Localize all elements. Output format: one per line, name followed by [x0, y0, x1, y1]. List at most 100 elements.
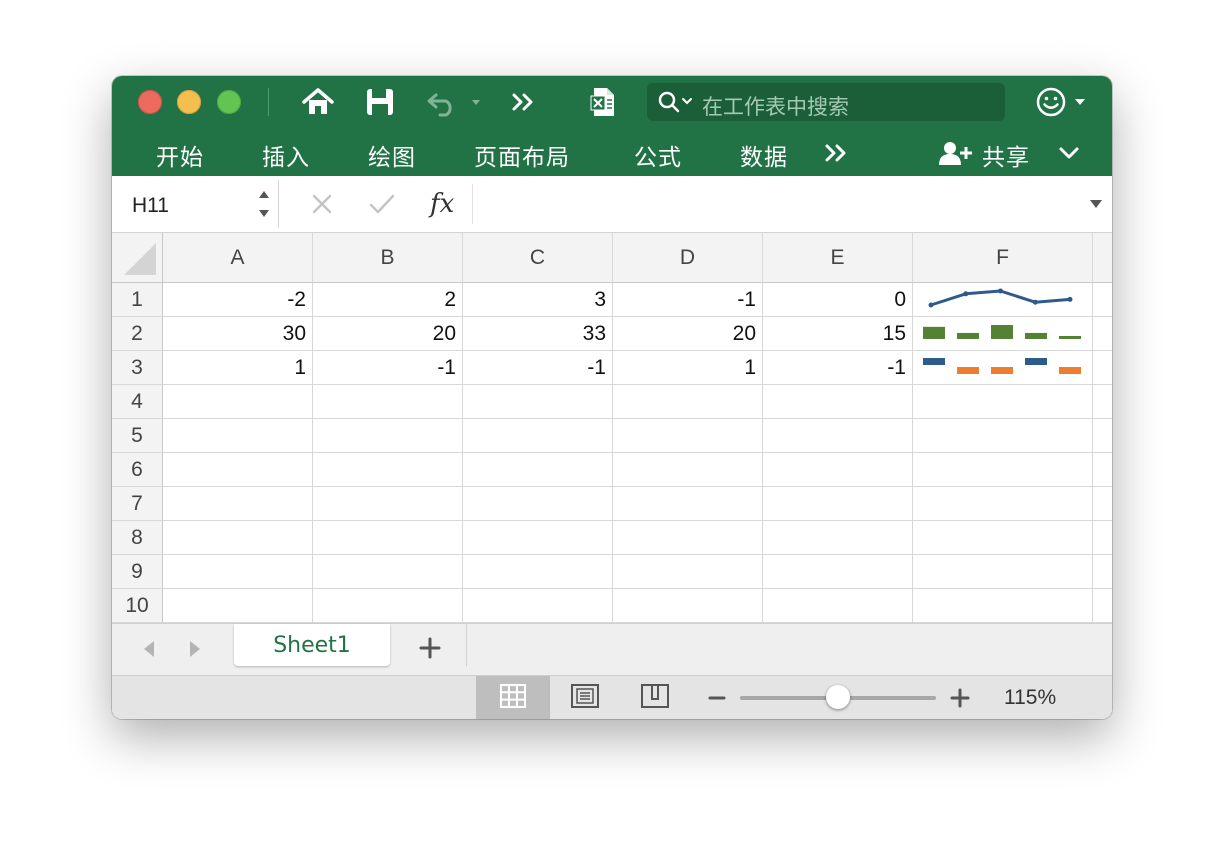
cell-e8[interactable] — [763, 521, 913, 555]
cell-d2[interactable]: 20 — [613, 317, 763, 351]
cell-b6[interactable] — [313, 453, 463, 487]
column-header-d[interactable]: D — [613, 233, 763, 283]
cell-b4[interactable] — [313, 385, 463, 419]
cell-f2[interactable] — [913, 317, 1093, 351]
name-box-stepper-icon[interactable] — [256, 186, 272, 226]
cell-e5[interactable] — [763, 419, 913, 453]
cell-d9[interactable] — [613, 555, 763, 589]
row-header-4[interactable]: 4 — [112, 385, 163, 419]
cell-f6[interactable] — [913, 453, 1093, 487]
tab-draw[interactable]: 绘图 — [368, 138, 416, 172]
add-sheet-icon[interactable] — [418, 636, 442, 664]
cell-d8[interactable] — [613, 521, 763, 555]
cell-f3[interactable] — [913, 351, 1093, 385]
tab-formulas[interactable]: 公式 — [634, 138, 682, 172]
smiley-feedback-icon[interactable] — [1034, 86, 1090, 118]
cell-d4[interactable] — [613, 385, 763, 419]
page-break-view-button[interactable] — [634, 676, 676, 719]
expand-formula-bar-icon[interactable] — [1088, 196, 1104, 215]
minimize-window-button[interactable] — [177, 90, 201, 114]
cell-a7[interactable] — [163, 487, 313, 521]
cell-d7[interactable] — [613, 487, 763, 521]
tab-insert[interactable]: 插入 — [262, 138, 310, 172]
zoom-level[interactable]: 115% — [1004, 686, 1056, 710]
more-tabs-icon[interactable] — [824, 142, 850, 168]
confirm-formula-icon[interactable] — [364, 186, 400, 222]
row-header-5[interactable]: 5 — [112, 419, 163, 453]
cell-c5[interactable] — [463, 419, 613, 453]
column-header-c[interactable]: C — [463, 233, 613, 283]
cell-b8[interactable] — [313, 521, 463, 555]
cell-g10[interactable] — [1093, 589, 1112, 623]
cell-f10[interactable] — [913, 589, 1093, 623]
column-header-b[interactable]: B — [313, 233, 463, 283]
cell-b5[interactable] — [313, 419, 463, 453]
cell-g5[interactable] — [1093, 419, 1112, 453]
cell-g3[interactable] — [1093, 351, 1112, 385]
cell-a4[interactable] — [163, 385, 313, 419]
cell-a6[interactable] — [163, 453, 313, 487]
cell-c3[interactable]: -1 — [463, 351, 613, 385]
zoom-in-icon[interactable] — [950, 688, 970, 712]
row-header-10[interactable]: 10 — [112, 589, 163, 623]
tab-page-layout[interactable]: 页面布局 — [474, 138, 570, 172]
row-header-8[interactable]: 8 — [112, 521, 163, 555]
cell-e3[interactable]: -1 — [763, 351, 913, 385]
cell-c10[interactable] — [463, 589, 613, 623]
cell-g1[interactable] — [1093, 283, 1112, 317]
cell-a2[interactable]: 30 — [163, 317, 313, 351]
cell-g7[interactable] — [1093, 487, 1112, 521]
cell-a8[interactable] — [163, 521, 313, 555]
previous-sheet-icon[interactable] — [140, 638, 158, 664]
column-header-e[interactable]: E — [763, 233, 913, 283]
cell-e2[interactable]: 15 — [763, 317, 913, 351]
cell-d3[interactable]: 1 — [613, 351, 763, 385]
search-box[interactable]: 在工作表中搜索 — [647, 83, 1005, 121]
zoom-slider-thumb[interactable] — [826, 685, 850, 709]
cell-d5[interactable] — [613, 419, 763, 453]
column-header-g[interactable] — [1093, 233, 1112, 283]
tab-home[interactable]: 开始 — [156, 138, 204, 172]
home-icon[interactable] — [298, 86, 338, 118]
cell-d6[interactable] — [613, 453, 763, 487]
cell-b7[interactable] — [313, 487, 463, 521]
cell-e9[interactable] — [763, 555, 913, 589]
cancel-formula-icon[interactable] — [304, 186, 340, 222]
zoom-out-icon[interactable] — [708, 688, 726, 712]
collapse-ribbon-icon[interactable] — [1058, 144, 1080, 166]
tab-data[interactable]: 数据 — [740, 138, 788, 172]
formula-input[interactable] — [472, 184, 1068, 224]
undo-icon[interactable] — [424, 86, 484, 118]
cell-e6[interactable] — [763, 453, 913, 487]
cell-b9[interactable] — [313, 555, 463, 589]
insert-function-icon[interactable]: fx — [424, 186, 464, 222]
sheet-tab-sheet1[interactable]: Sheet1 — [234, 624, 390, 666]
cell-a5[interactable] — [163, 419, 313, 453]
cell-c8[interactable] — [463, 521, 613, 555]
cell-a9[interactable] — [163, 555, 313, 589]
normal-view-button[interactable] — [476, 676, 550, 719]
column-header-f[interactable]: F — [913, 233, 1093, 283]
share-button[interactable]: 共享 — [982, 138, 1030, 172]
cell-f7[interactable] — [913, 487, 1093, 521]
cell-c9[interactable] — [463, 555, 613, 589]
cell-e10[interactable] — [763, 589, 913, 623]
cell-b2[interactable]: 20 — [313, 317, 463, 351]
cell-g2[interactable] — [1093, 317, 1112, 351]
cell-f5[interactable] — [913, 419, 1093, 453]
cell-e1[interactable]: 0 — [763, 283, 913, 317]
zoom-slider[interactable] — [740, 685, 936, 709]
page-layout-view-button[interactable] — [564, 676, 606, 719]
cell-g8[interactable] — [1093, 521, 1112, 555]
cell-g6[interactable] — [1093, 453, 1112, 487]
cell-b10[interactable] — [313, 589, 463, 623]
cell-b3[interactable]: -1 — [313, 351, 463, 385]
cell-d1[interactable]: -1 — [613, 283, 763, 317]
cell-f1[interactable] — [913, 283, 1093, 317]
cell-f4[interactable] — [913, 385, 1093, 419]
cell-a1[interactable]: -2 — [163, 283, 313, 317]
cell-e4[interactable] — [763, 385, 913, 419]
cell-c4[interactable] — [463, 385, 613, 419]
row-header-2[interactable]: 2 — [112, 317, 163, 351]
cell-c2[interactable]: 33 — [463, 317, 613, 351]
